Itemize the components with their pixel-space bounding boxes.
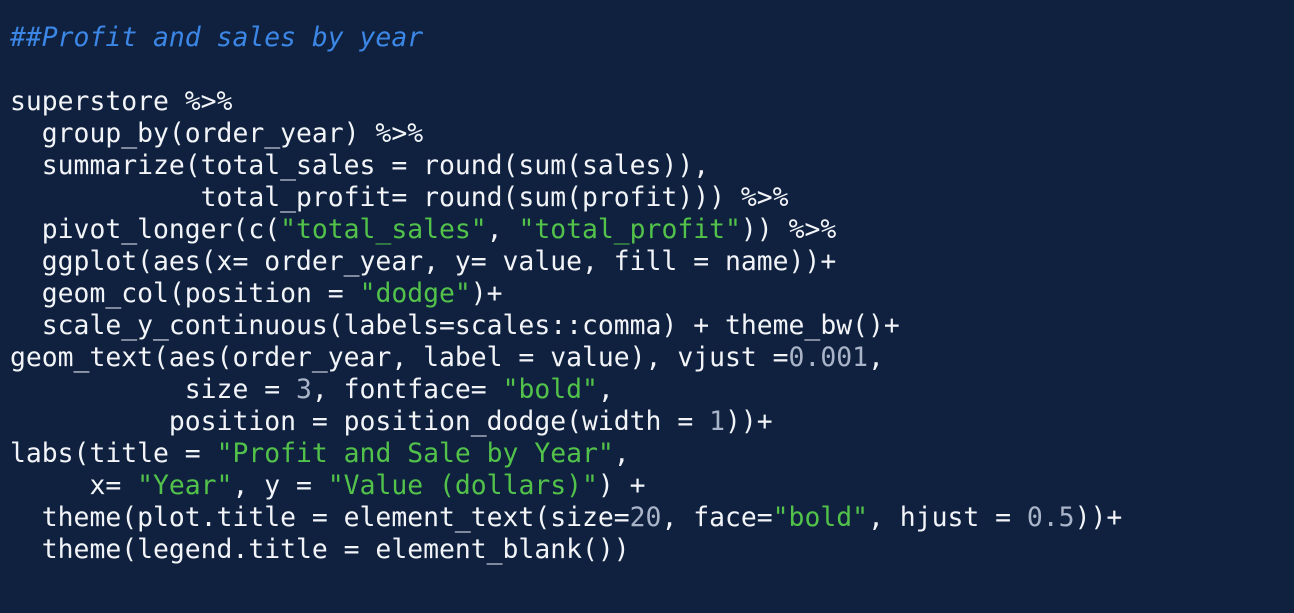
code-token-string: "Year" xyxy=(137,470,233,501)
code-token-plain: geom_text(aes(order_year, label = value)… xyxy=(10,342,789,373)
code-token-number: 0.001 xyxy=(788,342,868,373)
code-line[interactable]: pivot_longer(c("total_sales", "total_pro… xyxy=(10,214,1294,246)
code-token-plain: ) + xyxy=(597,470,646,501)
code-token-plain: , face= xyxy=(661,502,773,533)
code-token-plain: summarize(total_sales = round(sum(sales)… xyxy=(10,150,710,181)
code-token-number: 1 xyxy=(709,406,725,437)
code-token-plain: , xyxy=(597,374,614,405)
code-token-plain: group_by(order_year) %>% xyxy=(10,118,424,149)
code-line[interactable]: group_by(order_year) %>% xyxy=(10,118,1294,150)
code-token-plain: scale_y_continuous(labels=scales::comma)… xyxy=(10,310,900,341)
code-line[interactable]: position = position_dodge(width = 1))+ xyxy=(10,406,1294,438)
code-token-plain: theme(legend.title = element_blank()) xyxy=(10,534,630,565)
code-token-plain: )) %>% xyxy=(740,214,837,245)
code-token-plain: theme(plot.title = element_text(size= xyxy=(10,502,630,533)
code-line[interactable]: geom_text(aes(order_year, label = value)… xyxy=(10,342,1294,374)
code-line[interactable]: geom_col(position = "dodge")+ xyxy=(10,278,1294,310)
code-token-plain: position = position_dodge(width = xyxy=(10,406,710,437)
code-token-comment: ##Profit and sales by year xyxy=(10,22,424,53)
code-line[interactable]: summarize(total_sales = round(sum(sales)… xyxy=(10,150,1294,182)
code-token-number: 20 xyxy=(629,502,662,533)
code-token-plain: , hjust = xyxy=(868,502,1027,533)
code-token-plain: ))+ xyxy=(725,406,773,437)
code-line[interactable]: ggplot(aes(x= order_year, y= value, fill… xyxy=(10,246,1294,278)
code-line[interactable]: total_profit= round(sum(profit))) %>% xyxy=(10,182,1294,214)
code-token-number: 0.5 xyxy=(1026,502,1075,533)
code-token-plain: , xyxy=(486,214,519,245)
code-line[interactable]: ##Profit and sales by year xyxy=(10,22,1294,54)
code-line[interactable]: superstore %>% xyxy=(10,86,1294,118)
code-token-string: "total_sales" xyxy=(280,214,487,245)
code-token-string: "total_profit" xyxy=(518,214,741,245)
code-token-plain: , y = xyxy=(232,470,328,501)
code-token-plain: x= xyxy=(10,470,138,501)
code-token-plain: ))+ xyxy=(1074,502,1123,533)
code-token-plain: total_profit= round(sum(profit))) %>% xyxy=(10,182,789,213)
code-token-plain: labs(title = xyxy=(10,438,217,469)
code-token-string: "bold" xyxy=(502,374,598,405)
code-block[interactable]: ##Profit and sales by year superstore %>%… xyxy=(10,22,1294,566)
code-token-plain: size = xyxy=(10,374,296,405)
code-token-plain: , xyxy=(613,438,630,469)
code-editor[interactable]: ##Profit and sales by year superstore %>%… xyxy=(0,0,1294,613)
code-token-plain: , fontface= xyxy=(311,374,503,405)
code-line[interactable]: x= "Year", y = "Value (dollars)") + xyxy=(10,470,1294,502)
code-line[interactable]: size = 3, fontface= "bold", xyxy=(10,374,1294,406)
code-token-string: "Profit and Sale by Year" xyxy=(216,438,614,469)
code-line[interactable]: scale_y_continuous(labels=scales::comma)… xyxy=(10,310,1294,342)
code-line[interactable]: theme(legend.title = element_blank()) xyxy=(10,534,1294,566)
code-line[interactable]: labs(title = "Profit and Sale by Year", xyxy=(10,438,1294,470)
code-token-string: "dodge" xyxy=(359,278,471,309)
code-token-plain: )+ xyxy=(470,278,503,309)
code-token-plain: geom_col(position = xyxy=(10,278,360,309)
code-token-string: "bold" xyxy=(772,502,869,533)
code-line[interactable]: theme(plot.title = element_text(size=20,… xyxy=(10,502,1294,534)
code-token-plain: , xyxy=(868,342,884,373)
code-token-string: "Value (dollars)" xyxy=(327,470,598,501)
code-line[interactable] xyxy=(10,54,1294,86)
code-token-plain: superstore %>% xyxy=(10,86,233,117)
code-token-plain: ggplot(aes(x= order_year, y= value, fill… xyxy=(10,246,837,277)
code-token-plain: pivot_longer(c( xyxy=(10,214,281,245)
code-token-number: 3 xyxy=(296,374,312,405)
